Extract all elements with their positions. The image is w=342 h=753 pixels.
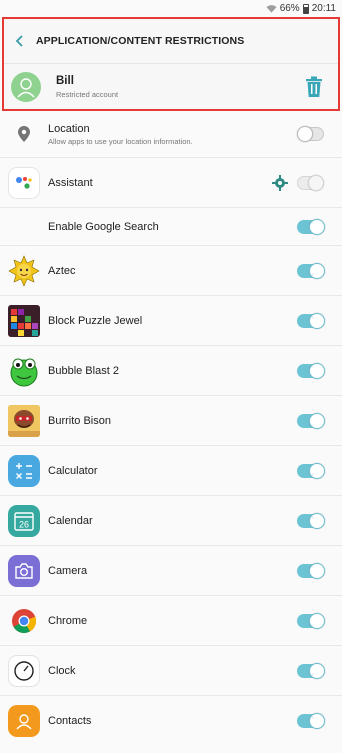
list-item-contacts[interactable]: Contacts: [0, 696, 342, 746]
list-item-enable-google-search[interactable]: Enable Google Search: [0, 208, 342, 246]
gear-icon[interactable]: [272, 174, 288, 191]
list-item-label: Block Puzzle Jewel: [48, 314, 143, 327]
user-name: Bill: [56, 74, 74, 87]
calculator-icon: [8, 454, 40, 487]
list-item-label: Contacts: [48, 715, 92, 727]
bubble-blast-2-toggle[interactable]: [297, 362, 325, 379]
app-restrictions-list: Location Allow apps to use your location…: [0, 111, 342, 746]
google-assistant-icon: [8, 166, 40, 199]
list-item-label: Burrito Bison: [48, 414, 111, 427]
list-item-label: Aztec: [48, 264, 76, 277]
user-subtitle: Restricted account: [56, 89, 119, 99]
back-arrow-icon[interactable]: [10, 31, 30, 51]
status-bar: 66% 20:11: [0, 0, 342, 17]
list-item-label: Chrome: [48, 614, 88, 627]
block-puzzle-jewel-icon: [8, 304, 40, 337]
clock-toggle[interactable]: [297, 662, 325, 679]
list-item-calendar[interactable]: 26 Calendar: [0, 496, 342, 546]
list-item-label: Clock: [48, 664, 76, 677]
app-bar: APPLICATION/CONTENT RESTRICTIONS: [4, 19, 338, 63]
chrome-icon: [8, 605, 40, 637]
page-title: APPLICATION/CONTENT RESTRICTIONS: [36, 35, 245, 47]
header-highlight: APPLICATION/CONTENT RESTRICTIONS Bill Re…: [2, 17, 340, 111]
list-item-label: Location: [48, 122, 90, 135]
list-item-chrome[interactable]: Chrome: [0, 596, 342, 646]
contacts-toggle[interactable]: [297, 713, 325, 729]
battery-icon: [302, 3, 309, 14]
chrome-toggle[interactable]: [297, 612, 325, 629]
list-item-location[interactable]: Location Allow apps to use your location…: [0, 111, 342, 158]
user-row[interactable]: Bill Restricted account: [4, 63, 338, 109]
calculator-toggle[interactable]: [297, 462, 325, 479]
contacts-icon: [8, 705, 40, 737]
calendar-toggle[interactable]: [297, 512, 325, 529]
location-toggle[interactable]: [297, 126, 324, 142]
calendar-day-number: 26: [19, 519, 29, 529]
camera-toggle[interactable]: [297, 562, 325, 579]
aztec-sun-icon: [8, 254, 40, 287]
list-item-bubble-blast-2[interactable]: Bubble Blast 2: [0, 346, 342, 396]
camera-icon: [8, 554, 40, 587]
list-item-block-puzzle-jewel[interactable]: Block Puzzle Jewel: [0, 296, 342, 346]
list-item-label: Calendar: [48, 514, 93, 527]
list-item-label: Assistant: [48, 176, 93, 189]
clock-time: 20:11: [311, 3, 336, 14]
clock-icon: [8, 654, 40, 687]
wifi-icon: [266, 5, 277, 13]
delete-trash-icon[interactable]: [304, 76, 324, 98]
list-item-burrito-bison[interactable]: Burrito Bison: [0, 396, 342, 446]
block-puzzle-jewel-toggle[interactable]: [297, 312, 325, 329]
list-item-camera[interactable]: Camera: [0, 546, 342, 596]
burrito-bison-icon: [8, 404, 40, 437]
list-item-assistant[interactable]: Assistant: [0, 158, 342, 208]
user-silhouette-icon: [17, 77, 35, 97]
list-item-label: Calculator: [48, 464, 98, 477]
aztec-toggle[interactable]: [297, 262, 325, 279]
list-item-calculator[interactable]: Calculator: [0, 446, 342, 496]
list-item-label: Bubble Blast 2: [48, 364, 119, 377]
bubble-blast-icon: [8, 355, 40, 387]
calendar-icon: 26: [8, 504, 40, 537]
list-item-subtitle: Allow apps to use your location informat…: [48, 136, 193, 146]
list-item-label: Enable Google Search: [48, 220, 159, 233]
burrito-bison-toggle[interactable]: [297, 412, 325, 429]
list-item-aztec[interactable]: Aztec: [0, 246, 342, 296]
location-pin-icon: [18, 126, 30, 142]
avatar: [11, 71, 41, 102]
battery-percent: 66%: [279, 3, 300, 14]
google-search-toggle[interactable]: [297, 218, 325, 235]
list-item-clock[interactable]: Clock: [0, 646, 342, 696]
assistant-toggle[interactable]: [297, 174, 324, 191]
list-item-label: Camera: [48, 564, 88, 577]
